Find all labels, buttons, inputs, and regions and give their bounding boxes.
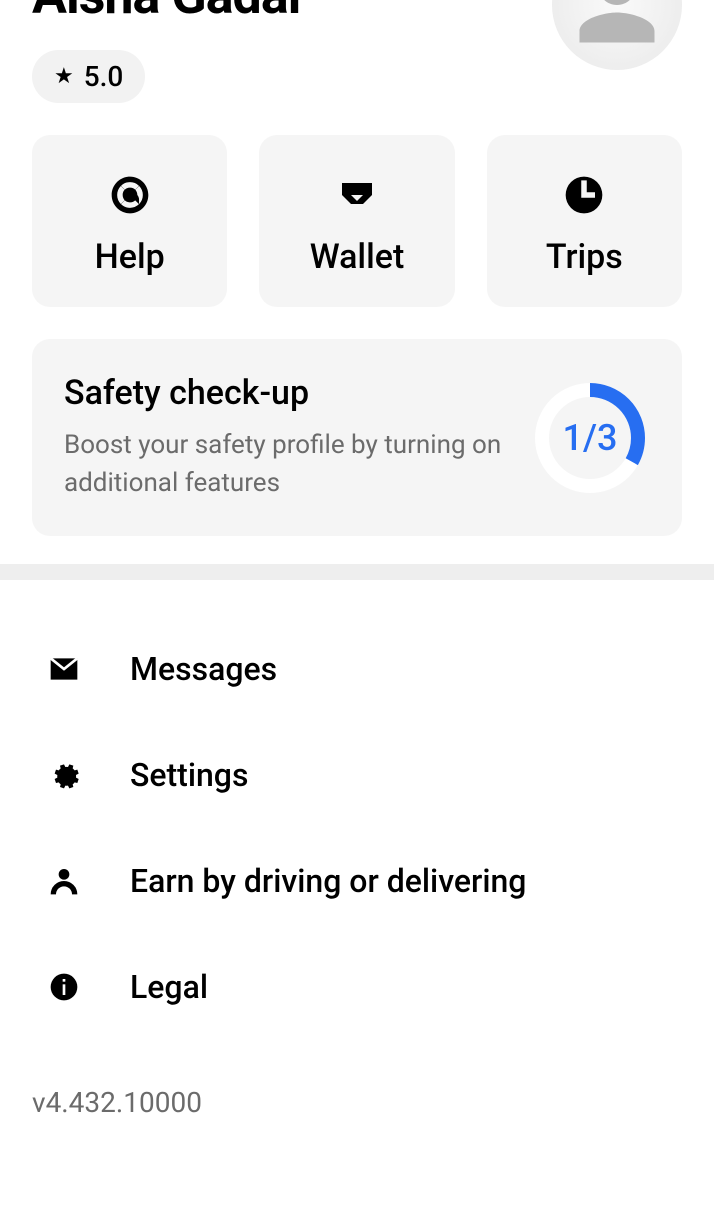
lifebuoy-icon [108, 173, 152, 217]
user-name: Aisha Gadal [32, 0, 300, 22]
section-divider [0, 564, 714, 580]
trips-label: Trips [546, 237, 623, 277]
driver-icon [48, 865, 80, 897]
mail-icon [48, 653, 80, 685]
clock-icon [562, 173, 606, 217]
safety-subtitle: Boost your safety profile by turning on … [64, 427, 510, 502]
avatar[interactable] [552, 0, 682, 70]
settings-label: Settings [130, 756, 248, 794]
safety-checkup-card[interactable]: Safety check-up Boost your safety profil… [32, 339, 682, 536]
rating-pill[interactable]: ★ 5.0 [32, 50, 145, 103]
wallet-tile[interactable]: Wallet [259, 135, 454, 307]
app-version: v4.432.10000 [0, 1076, 714, 1129]
help-label: Help [95, 237, 165, 277]
legal-label: Legal [130, 968, 208, 1006]
help-tile[interactable]: Help [32, 135, 227, 307]
menu-item-legal[interactable]: Legal [0, 934, 714, 1040]
earn-label: Earn by driving or delivering [130, 862, 526, 900]
star-icon: ★ [54, 64, 74, 89]
menu-item-messages[interactable]: Messages [0, 616, 714, 722]
messages-label: Messages [130, 650, 277, 688]
safety-title: Safety check-up [64, 373, 510, 413]
wallet-icon [335, 173, 379, 217]
wallet-label: Wallet [310, 237, 405, 277]
rating-value: 5.0 [84, 60, 124, 93]
trips-tile[interactable]: Trips [487, 135, 682, 307]
safety-progress-ring: 1/3 [530, 378, 650, 498]
menu-item-settings[interactable]: Settings [0, 722, 714, 828]
gear-icon [48, 759, 80, 791]
info-icon [48, 971, 80, 1003]
person-icon [572, 0, 662, 50]
safety-progress-label: 1/3 [530, 378, 650, 498]
menu-item-earn[interactable]: Earn by driving or delivering [0, 828, 714, 934]
